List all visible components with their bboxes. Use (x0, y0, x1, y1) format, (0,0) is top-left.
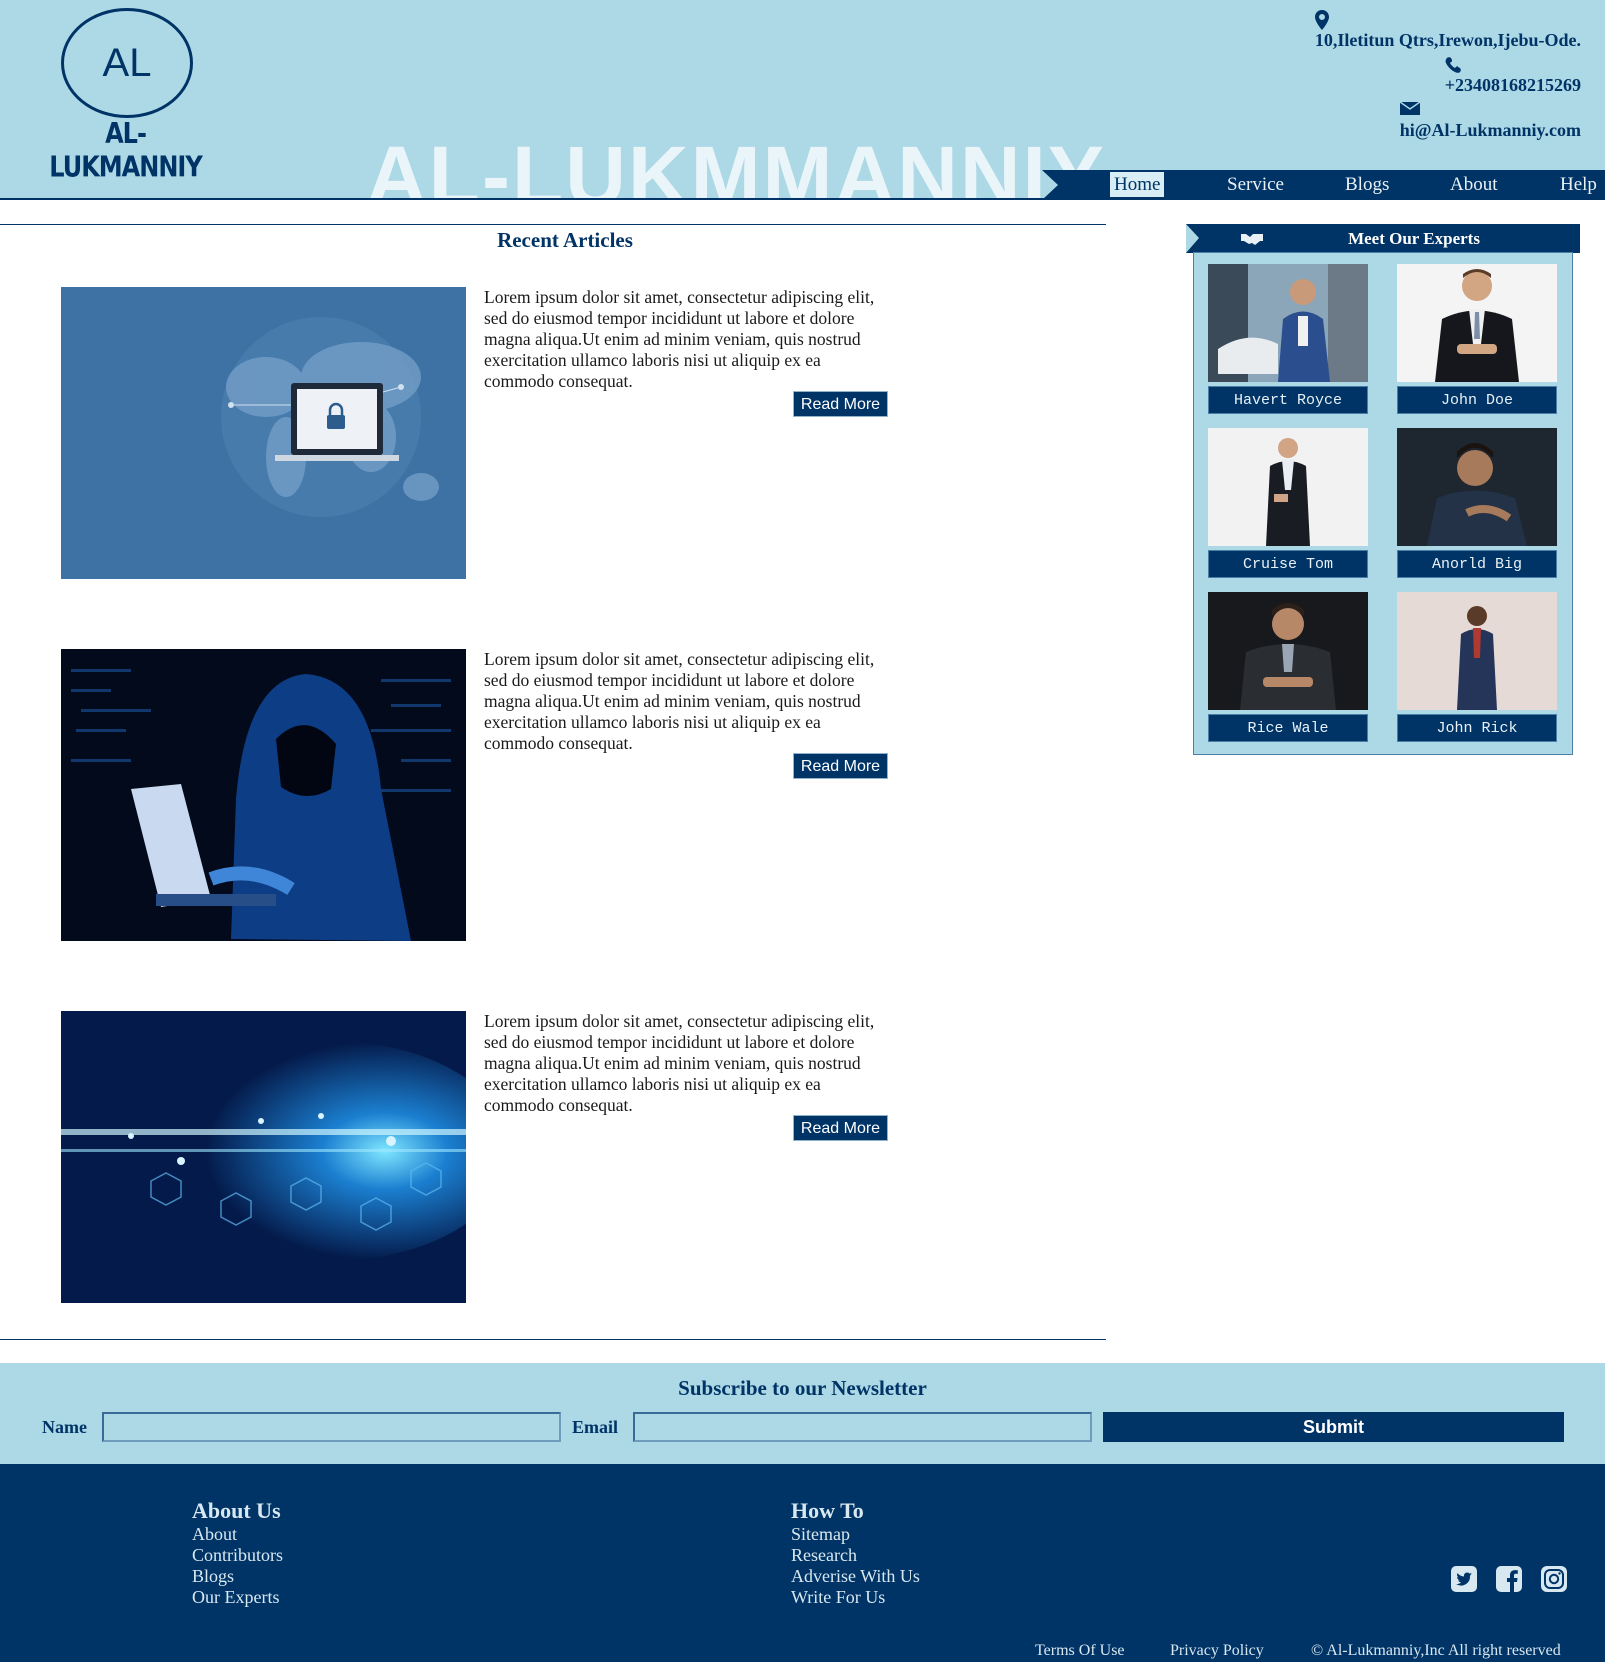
terms-link[interactable]: Terms Of Use (1035, 1641, 1125, 1661)
footer-link-write-for-us[interactable]: Write For Us (791, 1587, 920, 1608)
facebook-icon[interactable] (1495, 1565, 1523, 1593)
article-summary: Lorem ipsum dolor sit amet, consectetur … (484, 1011, 875, 1115)
read-more-button[interactable]: Read More (793, 753, 888, 779)
nav-item-blogs[interactable]: Blogs (1345, 170, 1389, 200)
map-marker-icon (1314, 10, 1581, 30)
nav-item-about[interactable]: About (1450, 170, 1498, 200)
site-logo[interactable]: AL AL-LUKMANNIY (48, 6, 208, 184)
envelope-icon (1399, 100, 1581, 120)
main-nav: Home Service Blogs About Help (1042, 170, 1605, 200)
logo-wordmark: AL-LUKMANNIY (49, 116, 202, 184)
header-divider (0, 198, 1605, 200)
footer-bottom-bar: Terms Of Use Privacy Policy © Al-Lukmann… (0, 1641, 1605, 1661)
article-card: Lorem ipsum dolor sit amet, consectetur … (61, 287, 891, 579)
experts-arrow-decoration (1186, 224, 1199, 253)
expert-name: Anorld Big (1397, 550, 1557, 578)
expert-photo (1397, 428, 1557, 546)
phone-icon (1445, 55, 1581, 75)
name-label: Name (42, 1417, 87, 1437)
footer-howto-heading: How To (791, 1498, 864, 1523)
contact-email-row: hi@Al-Lukmanniy.com (1161, 100, 1581, 141)
article-card: Lorem ipsum dolor sit amet, consectetur … (61, 649, 891, 941)
experts-panel: Havert Royce John Doe Cruise Tom Anorld … (1193, 252, 1573, 755)
contact-phone-row: +23408168215269 (1161, 55, 1581, 96)
instagram-icon[interactable] (1540, 1565, 1568, 1593)
expert-photo (1208, 592, 1368, 710)
submit-button[interactable]: Submit (1103, 1412, 1564, 1442)
read-more-button[interactable]: Read More (793, 1115, 888, 1141)
expert-photo (1208, 264, 1368, 382)
nav-list: Home Service Blogs About Help (1042, 170, 1605, 200)
privacy-link[interactable]: Privacy Policy (1170, 1641, 1264, 1661)
footer-howto-column: How To Sitemap Research Adverise With Us… (791, 1498, 920, 1608)
nav-item-service[interactable]: Service (1227, 170, 1284, 200)
expert-photo (1397, 592, 1557, 710)
contact-address: 10,Iletitun Qtrs,Irewon,Ijebu-Ode. (1314, 30, 1581, 50)
expert-name: Rice Wale (1208, 714, 1368, 742)
twitter-icon[interactable] (1450, 1565, 1478, 1593)
expert-name: Havert Royce (1208, 386, 1368, 414)
site-header: AL AL-LUKMANNIY 10,Iletitun Qtrs,Irewon,… (0, 0, 1605, 200)
nav-item-home[interactable]: Home (1110, 170, 1165, 200)
articles-heading: Recent Articles (497, 228, 633, 252)
footer-link-blogs[interactable]: Blogs (192, 1566, 283, 1587)
email-input[interactable] (633, 1412, 1092, 1442)
contact-phone[interactable]: +23408168215269 (1445, 75, 1581, 95)
footer-about-column: About Us About Contributors Blogs Our Ex… (192, 1498, 283, 1608)
expert-photo (1208, 428, 1368, 546)
handshake-icon (1240, 230, 1264, 251)
footer-link-research[interactable]: Research (791, 1545, 920, 1566)
article-image-cybersecurity[interactable] (61, 1011, 466, 1303)
footer-about-heading: About Us (192, 1498, 281, 1523)
experts-title: Meet Our Experts (1348, 229, 1480, 248)
footer-link-advertise[interactable]: Adverise With Us (791, 1566, 920, 1587)
expert-photo (1397, 264, 1557, 382)
expert-name: Cruise Tom (1208, 550, 1368, 578)
experts-header: Meet Our Experts (1186, 224, 1580, 253)
contact-info: 10,Iletitun Qtrs,Irewon,Ijebu-Ode. +2340… (1161, 10, 1581, 145)
footer-link-our-experts[interactable]: Our Experts (192, 1587, 283, 1608)
newsletter-title: Subscribe to our Newsletter (678, 1376, 927, 1400)
copyright-text: © Al-Lukmanniy,Inc All right reserved (1311, 1642, 1561, 1659)
footer-link-about[interactable]: About (192, 1524, 283, 1545)
site-footer: About Us About Contributors Blogs Our Ex… (0, 1464, 1605, 1662)
footer-link-sitemap[interactable]: Sitemap (791, 1524, 920, 1545)
contact-email[interactable]: hi@Al-Lukmanniy.com (1400, 120, 1581, 140)
name-input[interactable] (102, 1412, 561, 1442)
read-more-button[interactable]: Read More (793, 391, 888, 417)
article-image-hacker[interactable] (61, 649, 466, 941)
recent-articles-section: Recent Articles Lorem ipsum dolor sit am… (0, 224, 1106, 1340)
article-summary: Lorem ipsum dolor sit amet, consectetur … (484, 649, 875, 753)
article-card: Lorem ipsum dolor sit amet, consectetur … (61, 1011, 891, 1303)
article-summary: Lorem ipsum dolor sit amet, consectetur … (484, 287, 875, 391)
logo-circle: AL (61, 8, 193, 118)
nav-item-help[interactable]: Help (1560, 170, 1597, 200)
contact-address-row: 10,Iletitun Qtrs,Irewon,Ijebu-Ode. (1161, 10, 1581, 51)
brand-watermark: AL-LUKMMANNIY (366, 129, 1106, 200)
email-label: Email (572, 1417, 619, 1437)
expert-name: John Doe (1397, 386, 1557, 414)
expert-name: John Rick (1397, 714, 1557, 742)
newsletter-section: Subscribe to our Newsletter Name Email S… (0, 1363, 1605, 1464)
footer-link-contributors[interactable]: Contributors (192, 1545, 283, 1566)
article-image-world-lock[interactable] (61, 287, 466, 579)
logo-initials: AL (102, 40, 152, 85)
